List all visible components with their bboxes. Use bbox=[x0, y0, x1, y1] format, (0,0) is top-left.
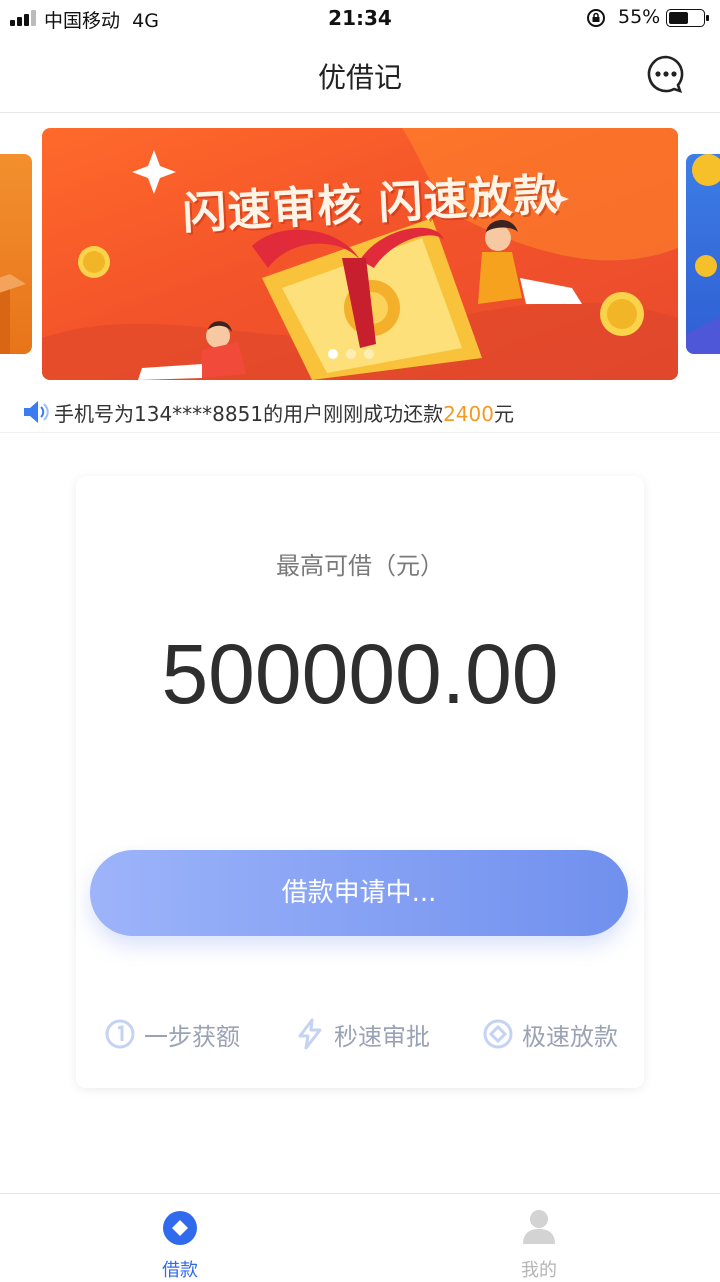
banner-illustration bbox=[42, 128, 678, 380]
nav-bar: 优借记 bbox=[0, 38, 720, 113]
lightning-icon bbox=[298, 1018, 322, 1050]
step-one-icon bbox=[105, 1019, 135, 1049]
chat-bubble-dots-icon[interactable] bbox=[646, 54, 686, 94]
feature-list: 一步获额 秒速审批 极速放款 bbox=[76, 1014, 644, 1054]
battery-percent: 55% bbox=[618, 6, 661, 28]
feature-fast-approval: 秒速审批 bbox=[294, 1014, 430, 1054]
banner-carousel[interactable]: 闪速审核 闪速放款 bbox=[0, 128, 720, 382]
carousel-dot bbox=[364, 349, 374, 359]
rotation-lock-icon bbox=[587, 9, 605, 27]
banner-slide[interactable]: 闪速审核 闪速放款 bbox=[42, 128, 678, 380]
carousel-dot bbox=[346, 349, 356, 359]
notice-text: 手机号为134****8851的用户刚刚成功还款2400元 bbox=[54, 402, 514, 426]
page-title: 优借记 bbox=[317, 61, 402, 94]
max-loan-amount: 500000.00 bbox=[161, 627, 559, 721]
loan-apply-button[interactable]: 借款申请中... bbox=[90, 850, 628, 936]
loan-diamond-icon bbox=[163, 1211, 197, 1245]
repayment-notice: 手机号为134****8851的用户刚刚成功还款2400元 bbox=[0, 392, 720, 433]
status-bar: 中国移动 4G 21:34 55% bbox=[0, 0, 720, 38]
feature-one-step: 一步获额 bbox=[104, 1014, 240, 1054]
carousel-indicator bbox=[328, 344, 382, 363]
tab-mine-label: 我的 bbox=[521, 1260, 557, 1281]
tab-loan-label: 借款 bbox=[162, 1260, 198, 1281]
max-loan-label: 最高可借（元） bbox=[276, 552, 444, 580]
payout-icon bbox=[483, 1019, 513, 1049]
feature-fast-payout: 极速放款 bbox=[482, 1014, 618, 1054]
carousel-dot-active bbox=[328, 349, 338, 359]
loan-card: 最高可借（元） 500000.00 借款申请中... 一步获额 秒速审批 极速放… bbox=[76, 476, 644, 1088]
banner-next-peek[interactable] bbox=[686, 154, 720, 354]
speaker-icon bbox=[24, 401, 49, 423]
tab-mine[interactable]: 我的 bbox=[449, 1194, 629, 1281]
tab-loan[interactable]: 借款 bbox=[90, 1194, 270, 1281]
status-time: 21:34 bbox=[328, 6, 392, 30]
battery-icon bbox=[666, 9, 709, 27]
banner-prev-peek[interactable] bbox=[0, 154, 32, 354]
user-icon bbox=[523, 1210, 555, 1244]
bottom-tab-bar: 借款 我的 bbox=[0, 1193, 720, 1281]
notice-amount: 2400 bbox=[443, 402, 494, 426]
